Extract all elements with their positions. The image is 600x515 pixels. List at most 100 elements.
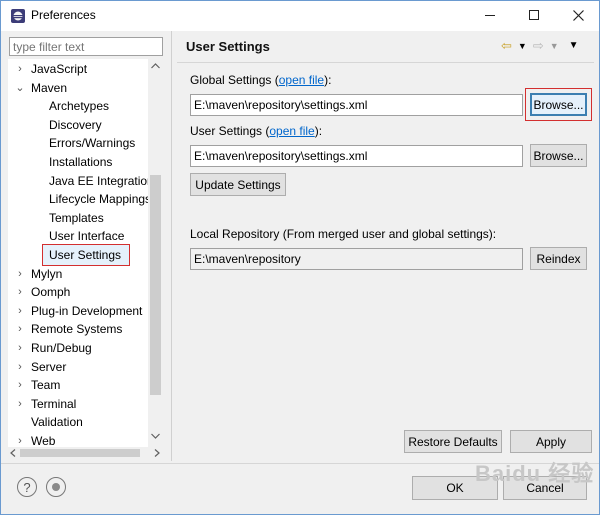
tree-item-team[interactable]: › Team xyxy=(8,376,158,394)
maximize-icon xyxy=(529,10,539,20)
maximize-button[interactable] xyxy=(513,1,555,29)
record-icon xyxy=(52,483,60,491)
tree-item-errors-warnings[interactable]: Errors/Warnings xyxy=(8,134,158,152)
page-title: User Settings xyxy=(186,39,270,54)
forward-icon[interactable]: ⇨ xyxy=(533,38,544,54)
tree-item-label: Terminal xyxy=(31,396,77,411)
collapsed-chevron-icon[interactable]: › xyxy=(15,339,25,357)
collapsed-chevron-icon[interactable]: › xyxy=(15,283,25,301)
user-browse-button[interactable]: Browse... xyxy=(530,144,587,167)
tree-item-label: Errors/Warnings xyxy=(49,136,136,151)
tree-item-plug-in-development[interactable]: › Plug-in Development xyxy=(8,302,158,320)
global-settings-field[interactable]: E:\maven\repository\settings.xml xyxy=(190,94,523,116)
tree-scroll-thumb[interactable] xyxy=(150,175,161,395)
tree-item-label: Archetypes xyxy=(49,99,110,114)
tree-item-label: Validation xyxy=(31,415,83,430)
tree-item-label: Installations xyxy=(49,155,113,169)
tree-item-server[interactable]: › Server xyxy=(8,358,158,376)
tree-item-remote-systems[interactable]: › Remote Systems xyxy=(8,320,158,338)
scroll-right-icon[interactable] xyxy=(154,449,160,457)
global-settings-label: Global Settings (open file): xyxy=(190,73,332,87)
global-browse-button[interactable]: Browse... xyxy=(530,93,587,116)
scroll-down-icon[interactable] xyxy=(151,433,160,439)
tree-item-lifecycle-mappings[interactable]: Lifecycle Mappings xyxy=(8,190,158,208)
tree-item-label: JavaScript xyxy=(31,62,88,76)
tree-item-java-ee-integration[interactable]: Java EE Integration xyxy=(8,172,158,190)
tree-item-discovery[interactable]: Discovery xyxy=(8,116,158,134)
collapsed-chevron-icon[interactable]: › xyxy=(15,265,25,283)
apply-button[interactable]: Apply xyxy=(510,430,592,453)
user-settings-field[interactable]: E:\maven\repository\settings.xml xyxy=(190,145,523,167)
tree-item-user-settings[interactable]: User Settings xyxy=(8,246,158,264)
expanded-chevron-icon[interactable]: ⌄ xyxy=(15,79,25,97)
tree-item-label: Templates xyxy=(49,210,104,225)
local-repository-field[interactable]: E:\maven\repository xyxy=(190,248,523,270)
tree-item-label: User Settings xyxy=(49,248,122,262)
tree-item-label: Plug-in Development xyxy=(31,303,143,318)
back-icon[interactable]: ⇦ xyxy=(501,38,512,54)
import-export-icon[interactable] xyxy=(46,477,66,497)
back-menu-icon[interactable]: ▼ xyxy=(518,38,527,54)
tree-item-maven[interactable]: ⌄ Maven xyxy=(8,79,158,97)
title-bar: Preferences xyxy=(1,1,599,31)
filter-input[interactable] xyxy=(9,37,163,56)
update-settings-button[interactable]: Update Settings xyxy=(190,173,286,196)
collapsed-chevron-icon[interactable]: › xyxy=(15,320,25,338)
forward-menu-icon[interactable]: ▼ xyxy=(550,38,559,54)
tree-item-label: Team xyxy=(31,378,61,393)
tree-item-archetypes[interactable]: Archetypes xyxy=(8,97,158,115)
tree-item-label: Java EE Integration xyxy=(49,173,154,188)
eclipse-app-icon xyxy=(11,9,25,23)
tree-item-installations[interactable]: Installations xyxy=(8,153,158,171)
tree-item-label: Run/Debug xyxy=(31,341,92,355)
restore-defaults-button[interactable]: Restore Defaults xyxy=(404,430,502,453)
scroll-left-icon[interactable] xyxy=(10,449,16,457)
baidu-watermark: Baidu 经验 xyxy=(475,461,595,486)
window-title: Preferences xyxy=(31,8,96,22)
user-settings-label: User Settings (open file): xyxy=(190,124,323,138)
tree-item-terminal[interactable]: › Terminal xyxy=(8,395,158,413)
tree-item-label: User Interface xyxy=(49,229,125,244)
page-navigation: ⇦ ▼ ⇨ ▼ ▼ xyxy=(501,38,579,54)
close-icon xyxy=(572,9,584,21)
tree-item-label: Lifecycle Mappings xyxy=(49,192,152,207)
tree-item-javascript[interactable]: › JavaScript xyxy=(8,60,158,78)
global-open-file-link[interactable]: open file xyxy=(279,73,324,87)
tree-hscroll-thumb[interactable] xyxy=(20,449,140,457)
tree-item-label: Remote Systems xyxy=(31,322,123,337)
tree-item-user-interface[interactable]: User Interface xyxy=(8,227,158,245)
tree-item-label: Server xyxy=(31,359,67,374)
tree-item-web[interactable]: › Web xyxy=(8,432,158,447)
tree-item-run-debug[interactable]: › Run/Debug xyxy=(8,339,158,357)
tree-horizontal-scrollbar[interactable] xyxy=(8,447,163,459)
panel-divider[interactable] xyxy=(171,31,172,461)
collapsed-chevron-icon[interactable]: › xyxy=(15,376,25,394)
tree-item-templates[interactable]: Templates xyxy=(8,209,158,227)
tree-item-label: Discovery xyxy=(49,117,102,132)
preferences-tree: › JavaScript ⌄ Maven Archetypes Discovery Erro… xyxy=(8,59,163,447)
tree-vertical-scrollbar[interactable] xyxy=(148,59,163,447)
tree-item-label: Mylyn xyxy=(31,266,63,281)
title-separator xyxy=(177,62,594,63)
preferences-window: Preferences › JavaScript ⌄ Maven Archetypes D… xyxy=(0,0,600,515)
tree-item-label: Maven xyxy=(31,80,68,95)
local-repository-label: Local Repository (From merged user and g… xyxy=(190,227,497,241)
tree-item-oomph[interactable]: › Oomph xyxy=(8,283,158,301)
tree-item-validation[interactable]: Validation xyxy=(8,413,158,431)
reindex-button[interactable]: Reindex xyxy=(530,247,587,270)
user-open-file-link[interactable]: open file xyxy=(269,124,314,138)
collapsed-chevron-icon[interactable]: › xyxy=(15,60,25,78)
collapsed-chevron-icon[interactable]: › xyxy=(15,395,25,413)
minimize-button[interactable] xyxy=(469,1,511,29)
collapsed-chevron-icon[interactable]: › xyxy=(15,432,25,447)
view-menu-icon[interactable]: ▼ xyxy=(569,38,579,54)
close-button[interactable] xyxy=(557,1,599,29)
scroll-up-icon[interactable] xyxy=(151,63,160,69)
tree-item-mylyn[interactable]: › Mylyn xyxy=(8,265,158,283)
help-icon[interactable]: ? xyxy=(17,477,37,497)
collapsed-chevron-icon[interactable]: › xyxy=(15,302,25,320)
tree-item-label: Web xyxy=(31,434,56,447)
minimize-icon xyxy=(485,15,495,16)
collapsed-chevron-icon[interactable]: › xyxy=(15,358,25,376)
tree-item-label: Oomph xyxy=(31,285,71,300)
